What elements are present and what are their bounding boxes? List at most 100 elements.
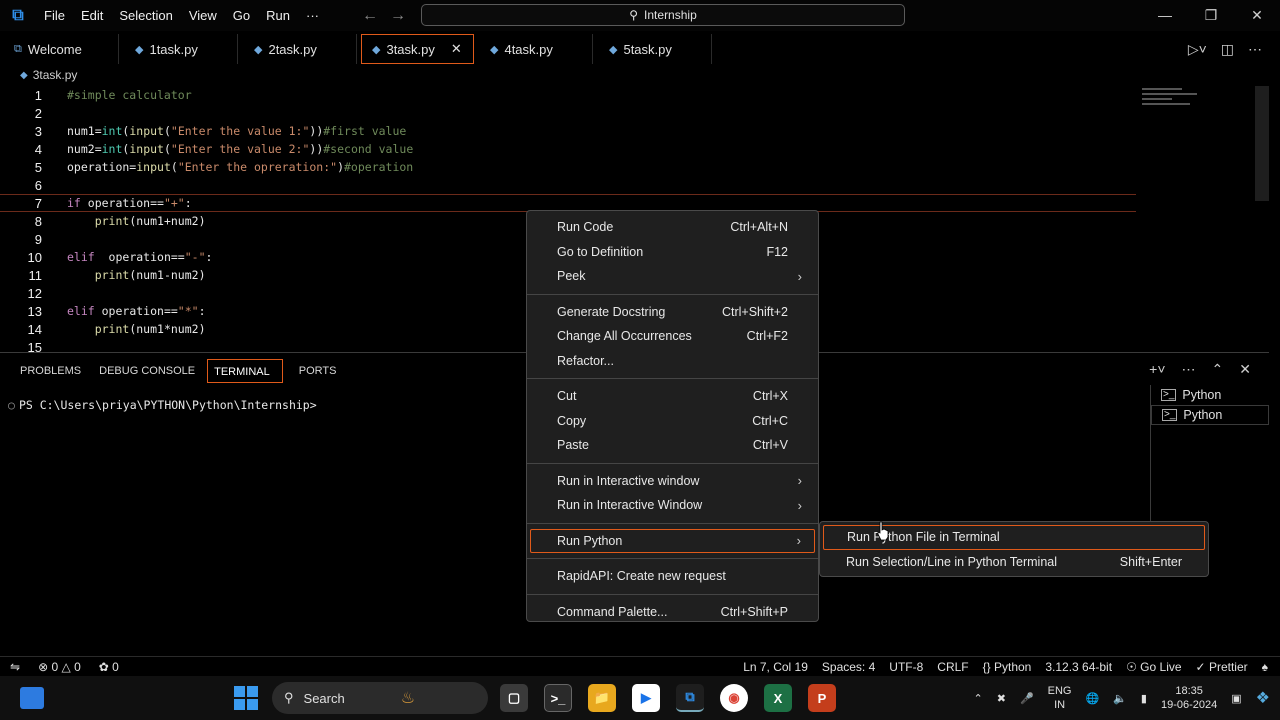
- run-play-icon[interactable]: ▷˅: [1188, 41, 1207, 58]
- menu-item-paste[interactable]: Paste Ctrl+V: [527, 433, 818, 458]
- tab-ports[interactable]: PORTS: [293, 359, 349, 383]
- terminal-app-icon[interactable]: >_: [544, 684, 572, 712]
- menu-file[interactable]: File: [36, 0, 73, 31]
- menu-item-rapidapi[interactable]: RapidAPI: Create new request: [527, 564, 818, 589]
- python-icon: ◆: [135, 43, 144, 56]
- code-line: elif operation=="-":: [67, 250, 213, 264]
- terminal-item[interactable]: >_ Python: [1151, 405, 1269, 425]
- menu-more[interactable]: ···: [298, 0, 327, 31]
- editor-scrollbar[interactable]: [1255, 86, 1269, 201]
- antenna-icon: ✿: [98, 660, 109, 674]
- remote-icon[interactable]: ⇋: [10, 660, 20, 674]
- menu-item-cut[interactable]: Cut Ctrl+X: [527, 384, 818, 409]
- menu-item-run-interactive-window[interactable]: Run in Interactive window ›: [527, 469, 818, 494]
- menu-item-run-python[interactable]: Run Python ›: [530, 528, 815, 553]
- chevron-up-icon[interactable]: ⌃: [974, 692, 983, 705]
- terminal-icon: >_: [1161, 389, 1177, 401]
- menu-label: Run Code: [557, 220, 614, 235]
- line-number: 4: [34, 141, 42, 157]
- vscode-app-icon[interactable]: ⧉: [676, 684, 704, 712]
- excel-icon[interactable]: X: [764, 684, 792, 712]
- maximize-panel-icon[interactable]: ⌃: [1212, 361, 1224, 378]
- menu-item-refactor[interactable]: Refactor...: [527, 349, 818, 374]
- code-line: num1=int(input("Enter the value 1:"))#fi…: [67, 124, 407, 138]
- volume-icon[interactable]: 🔈: [1113, 692, 1127, 705]
- clock[interactable]: 18:35 19-06-2024: [1161, 684, 1217, 712]
- menu-selection[interactable]: Selection: [111, 0, 180, 31]
- terminal-label: Python: [1182, 388, 1222, 402]
- cursor-position[interactable]: Ln 7, Col 19: [743, 660, 808, 674]
- menu-item-command-palette[interactable]: Command Palette... Ctrl+Shift+P: [527, 600, 818, 625]
- prettier-status[interactable]: ✓ Prettier: [1196, 660, 1248, 674]
- menu-item-run-selection-line[interactable]: Run Selection/Line in Python Terminal Shi…: [820, 550, 1208, 575]
- menu-item-go-to-definition[interactable]: Go to Definition F12: [527, 240, 818, 265]
- tab-debug-console[interactable]: DEBUG CONSOLE: [93, 359, 207, 383]
- terminal-item[interactable]: >_ Python: [1151, 385, 1269, 405]
- tab-label: 5task.py: [623, 41, 672, 57]
- tab-2task[interactable]: ◆ 2task.py: [238, 34, 357, 64]
- minimize-icon[interactable]: —: [1142, 0, 1188, 31]
- menu-separator: [527, 522, 818, 524]
- end-of-line[interactable]: CRLF: [937, 660, 968, 674]
- tab-3task[interactable]: ◆ 3task.py ✕: [361, 34, 474, 64]
- menu-view[interactable]: View: [181, 0, 225, 31]
- network-icon[interactable]: 🌐: [1086, 692, 1100, 705]
- problems-status[interactable]: ⊗ 0 △ 0: [38, 660, 81, 674]
- menu-item-run-code[interactable]: Run Code Ctrl+Alt+N: [527, 215, 818, 240]
- close-panel-icon[interactable]: ✕: [1239, 361, 1251, 378]
- powerpoint-icon[interactable]: P: [808, 684, 836, 712]
- restore-icon[interactable]: ❐: [1188, 0, 1234, 31]
- microphone-icon[interactable]: 🎤: [1020, 692, 1034, 705]
- notification-icon[interactable]: ▣: [1231, 692, 1241, 705]
- menu-item-generate-docstring[interactable]: Generate Docstring Ctrl+Shift+2: [527, 300, 818, 325]
- ports-status[interactable]: ✿ 0: [99, 660, 119, 674]
- task-view-icon[interactable]: ▢: [500, 684, 528, 712]
- close-tab-icon[interactable]: ✕: [451, 41, 462, 57]
- indentation[interactable]: Spaces: 4: [822, 660, 875, 674]
- wifi-off-icon[interactable]: ✖: [997, 692, 1006, 705]
- breadcrumb-file[interactable]: 3task.py: [33, 68, 78, 82]
- windows-start-icon[interactable]: [234, 686, 258, 710]
- menu-label: Run Python File in Terminal: [847, 530, 1000, 545]
- play-store-icon[interactable]: ▶: [632, 684, 660, 712]
- forward-arrow-icon[interactable]: →: [390, 7, 406, 25]
- go-live-button[interactable]: ☉ Go Live: [1126, 660, 1181, 674]
- back-arrow-icon[interactable]: ←: [362, 7, 378, 25]
- widgets-icon[interactable]: [20, 687, 44, 709]
- menu-go[interactable]: Go: [225, 0, 258, 31]
- battery-icon[interactable]: ▮: [1141, 692, 1147, 705]
- encoding[interactable]: UTF-8: [889, 660, 923, 674]
- menu-item-peek[interactable]: Peek ›: [527, 264, 818, 289]
- menu-item-copy[interactable]: Copy Ctrl+C: [527, 409, 818, 434]
- menu-label: Go to Definition: [557, 244, 644, 259]
- menu-run[interactable]: Run: [258, 0, 298, 31]
- command-center-search[interactable]: ⚲ Internship: [421, 4, 905, 26]
- line-number: 12: [27, 285, 42, 301]
- file-explorer-icon[interactable]: 📁: [588, 684, 616, 712]
- language-mode[interactable]: {} Python: [983, 660, 1032, 674]
- terminal-output[interactable]: ○ PS C:\Users\priya\PYTHON\Python\Interns…: [8, 398, 317, 412]
- notifications-bell-icon[interactable]: ♠: [1262, 660, 1268, 674]
- go-live-label: Go Live: [1140, 660, 1182, 674]
- menu-item-change-all-occurrences[interactable]: Change All Occurrences Ctrl+F2: [527, 324, 818, 349]
- tab-problems[interactable]: PROBLEMS: [14, 359, 93, 383]
- minimap[interactable]: [1142, 88, 1202, 128]
- more-icon[interactable]: ⋯: [1182, 361, 1196, 378]
- copilot-icon[interactable]: ❖: [1256, 688, 1270, 708]
- menu-edit[interactable]: Edit: [73, 0, 111, 31]
- tab-1task[interactable]: ◆ 1task.py: [119, 34, 238, 64]
- python-interpreter[interactable]: 3.12.3 64-bit: [1045, 660, 1112, 674]
- close-window-icon[interactable]: ✕: [1234, 0, 1280, 31]
- new-terminal-icon[interactable]: +˅: [1149, 361, 1165, 378]
- menu-separator: [527, 378, 818, 379]
- tab-4task[interactable]: ◆ 4task.py: [474, 34, 593, 64]
- tab-5task[interactable]: ◆ 5task.py: [593, 34, 712, 64]
- more-actions-icon[interactable]: ⋯: [1248, 41, 1262, 58]
- tab-welcome[interactable]: ⧉ Welcome: [0, 34, 119, 64]
- tab-terminal[interactable]: TERMINAL: [207, 359, 283, 383]
- menu-item-run-interactive-window-2[interactable]: Run in Interactive Window ›: [527, 493, 818, 518]
- taskbar-search[interactable]: ⚲ Search ♨: [272, 682, 488, 714]
- split-editor-icon[interactable]: ◫: [1221, 41, 1234, 58]
- language-indicator[interactable]: ENG IN: [1048, 684, 1072, 712]
- chrome-icon[interactable]: ◉: [720, 684, 748, 712]
